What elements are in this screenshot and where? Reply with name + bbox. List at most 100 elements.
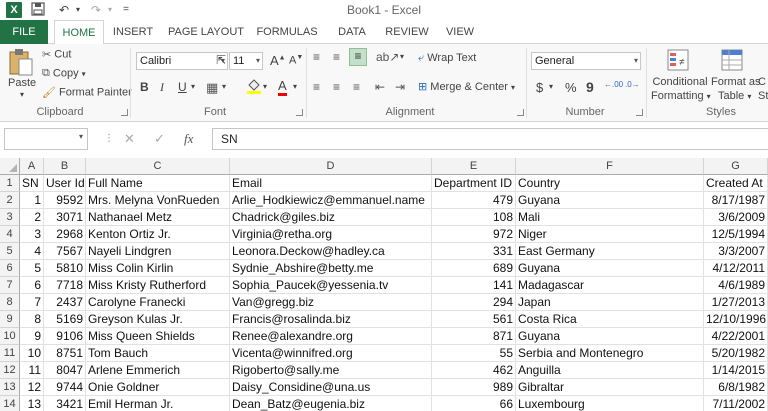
enter-icon[interactable]: ✓ <box>154 131 165 147</box>
cell-styles-button[interactable]: C <box>758 76 766 88</box>
align-center-icon[interactable]: ≡ <box>333 80 340 94</box>
table-cell[interactable]: 2968 <box>44 226 86 243</box>
conditional-formatting-button[interactable]: Conditional <box>652 76 708 88</box>
format-painter-button[interactable]: 🖌 Format Painter <box>42 86 132 99</box>
table-cell[interactable]: 2437 <box>44 294 86 311</box>
table-cell[interactable]: 13 <box>20 396 44 411</box>
header-cell[interactable]: Department ID <box>432 175 516 192</box>
align-right-icon[interactable]: ≡ <box>353 80 360 94</box>
header-cell[interactable]: Email <box>230 175 432 192</box>
table-cell[interactable]: 7567 <box>44 243 86 260</box>
column-header-a[interactable]: A <box>20 158 44 175</box>
increase-indent-icon[interactable]: ⇥ <box>395 80 405 94</box>
copy-button[interactable]: ⧉ Copy ▾ <box>42 67 86 80</box>
table-cell[interactable]: 7/11/2002 <box>704 396 768 411</box>
clipboard-launcher-icon[interactable] <box>121 109 128 116</box>
table-cell[interactable]: 8751 <box>44 345 86 362</box>
table-cell[interactable]: 9592 <box>44 192 86 209</box>
fill-color-dropdown-icon[interactable]: ▾ <box>263 82 267 91</box>
percent-button[interactable]: % <box>565 80 577 95</box>
fill-color-button[interactable] <box>246 78 262 97</box>
cancel-icon[interactable]: ✕ <box>124 131 135 147</box>
table-cell[interactable]: Nathanael Metz <box>86 209 230 226</box>
chevron-down-icon[interactable]: ▾ <box>511 83 515 92</box>
table-cell[interactable]: 3/3/2007 <box>704 243 768 260</box>
tab-formulas[interactable]: FORMULAS <box>254 20 320 44</box>
row-header[interactable]: 7 <box>0 277 20 294</box>
table-cell[interactable]: 331 <box>432 243 516 260</box>
table-cell[interactable]: Leonora.Deckow@hadley.ca <box>230 243 432 260</box>
decrease-decimal-button[interactable]: .0→ <box>625 81 640 89</box>
table-cell[interactable]: 3/6/2009 <box>704 209 768 226</box>
cut-button[interactable]: ✂ Cut <box>42 48 71 61</box>
table-cell[interactable]: Japan <box>516 294 704 311</box>
copy-dropdown-icon[interactable]: ▾ <box>82 69 86 78</box>
chevron-down-icon[interactable]: ▾ <box>79 132 83 141</box>
table-cell[interactable]: Kenton Ortiz Jr. <box>86 226 230 243</box>
row-header[interactable]: 12 <box>0 362 20 379</box>
align-bottom-icon[interactable]: ≡ <box>349 48 367 66</box>
table-cell[interactable]: 6 <box>20 277 44 294</box>
cell-styles-label[interactable]: St <box>758 90 768 102</box>
table-cell[interactable]: 8047 <box>44 362 86 379</box>
table-cell[interactable]: 141 <box>432 277 516 294</box>
italic-button[interactable]: I <box>160 80 164 95</box>
font-name-select[interactable]: Calibri ▾ <box>136 52 228 70</box>
table-cell[interactable]: 5810 <box>44 260 86 277</box>
row-header[interactable]: 6 <box>0 260 20 277</box>
table-cell[interactable]: 479 <box>432 192 516 209</box>
table-cell[interactable]: Francis@rosalinda.biz <box>230 311 432 328</box>
tab-page-layout[interactable]: PAGE LAYOUT <box>166 20 246 44</box>
table-cell[interactable]: Miss Colin Kirlin <box>86 260 230 277</box>
table-cell[interactable]: 8/17/1987 <box>704 192 768 209</box>
header-cell[interactable]: Created At <box>704 175 768 192</box>
table-cell[interactable]: 9 <box>20 328 44 345</box>
table-cell[interactable]: 689 <box>432 260 516 277</box>
table-cell[interactable]: 2 <box>20 209 44 226</box>
format-as-table-label[interactable]: Table ▾ <box>718 90 751 102</box>
table-cell[interactable]: 4/6/1989 <box>704 277 768 294</box>
table-cell[interactable]: 9744 <box>44 379 86 396</box>
conditional-formatting-icon[interactable]: ≠ <box>666 48 690 75</box>
table-cell[interactable]: 6/8/1982 <box>704 379 768 396</box>
row-header[interactable]: 10 <box>0 328 20 345</box>
format-as-table-icon[interactable] <box>720 48 744 75</box>
table-cell[interactable]: Daisy_Considine@una.us <box>230 379 432 396</box>
name-box[interactable]: ▾ <box>4 128 88 150</box>
row-header[interactable]: 9 <box>0 311 20 328</box>
table-cell[interactable]: Miss Queen Shields <box>86 328 230 345</box>
tab-view[interactable]: VIEW <box>440 20 480 44</box>
table-cell[interactable]: 561 <box>432 311 516 328</box>
row-header[interactable]: 4 <box>0 226 20 243</box>
table-cell[interactable]: 989 <box>432 379 516 396</box>
table-cell[interactable]: 108 <box>432 209 516 226</box>
column-header-c[interactable]: C <box>86 158 230 175</box>
font-size-select[interactable]: 11 ▾ <box>229 52 263 70</box>
column-header-f[interactable]: F <box>516 158 704 175</box>
alignment-launcher-icon[interactable] <box>517 109 524 116</box>
table-cell[interactable]: 871 <box>432 328 516 345</box>
row-header[interactable]: 11 <box>0 345 20 362</box>
header-cell[interactable]: User Id <box>44 175 86 192</box>
header-cell[interactable]: SN <box>20 175 44 192</box>
table-cell[interactable]: 1 <box>20 192 44 209</box>
table-cell[interactable]: Van@gregg.biz <box>230 294 432 311</box>
tab-review[interactable]: REVIEW <box>380 20 434 44</box>
row-header[interactable]: 14 <box>0 396 20 411</box>
table-cell[interactable]: Costa Rica <box>516 311 704 328</box>
underline-button[interactable]: U <box>178 80 187 94</box>
table-cell[interactable]: 462 <box>432 362 516 379</box>
increase-decimal-button[interactable]: ←.00 <box>604 81 623 89</box>
table-cell[interactable]: Sydnie_Abshire@betty.me <box>230 260 432 277</box>
font-color-button[interactable]: A <box>278 78 287 96</box>
table-cell[interactable]: Gibraltar <box>516 379 704 396</box>
borders-dropdown-icon[interactable]: ▾ <box>222 82 226 91</box>
table-cell[interactable]: 66 <box>432 396 516 411</box>
row-header[interactable]: 8 <box>0 294 20 311</box>
table-cell[interactable]: Guyana <box>516 328 704 345</box>
table-cell[interactable]: Greyson Kulas Jr. <box>86 311 230 328</box>
decrease-indent-icon[interactable]: ⇤ <box>375 80 385 94</box>
table-cell[interactable]: Onie Goldner <box>86 379 230 396</box>
number-launcher-icon[interactable] <box>636 109 643 116</box>
column-header-e[interactable]: E <box>432 158 516 175</box>
